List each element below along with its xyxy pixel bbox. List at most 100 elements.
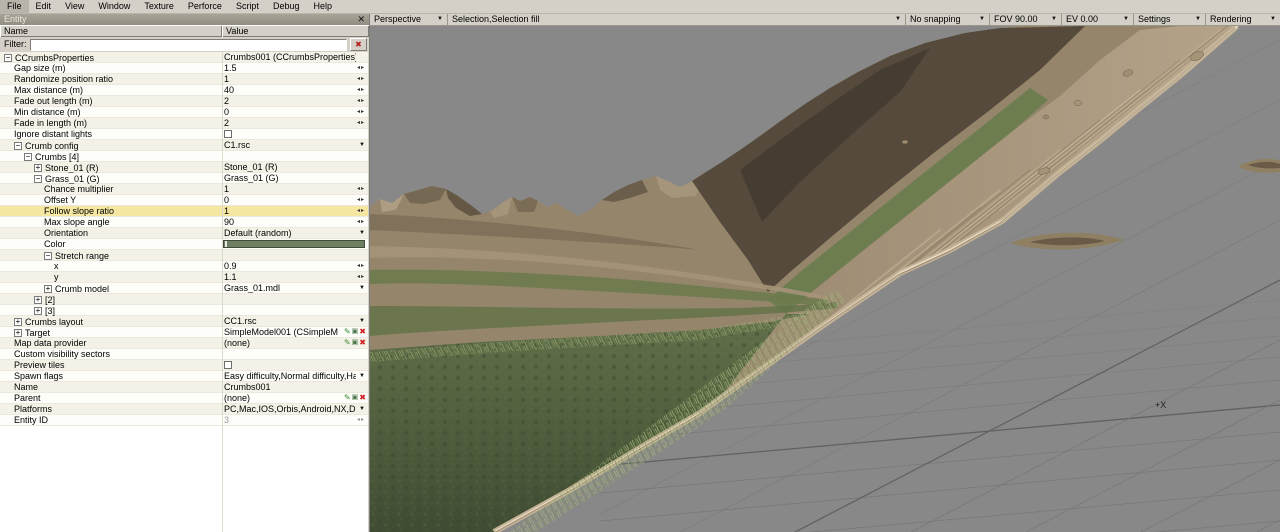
- property-value[interactable]: Default (random): [224, 228, 356, 238]
- property-row[interactable]: + Stone_01 (R) Stone_01 (R): [0, 162, 368, 173]
- property-row[interactable]: Max slope angle 90 ◂▸: [0, 217, 368, 228]
- property-row[interactable]: Map data provider (none) ✎ ▣ ✖: [0, 338, 368, 349]
- expand-toggle-icon[interactable]: +: [34, 296, 42, 304]
- property-value[interactable]: (none): [224, 393, 338, 403]
- property-row[interactable]: Offset Y 0 ◂▸: [0, 195, 368, 206]
- property-row[interactable]: y 1.1 ◂▸: [0, 272, 368, 283]
- spinner-icon[interactable]: ◂▸: [357, 63, 365, 73]
- property-value[interactable]: 2: [224, 118, 356, 128]
- viewport-toolbar-dropdown[interactable]: Selection,Selection fill ▼: [448, 13, 906, 25]
- property-value[interactable]: 1: [224, 74, 356, 84]
- spinner-icon[interactable]: ◂▸: [357, 118, 365, 128]
- menu-item[interactable]: Window: [91, 0, 137, 13]
- property-value[interactable]: 0.9: [224, 261, 356, 271]
- property-row[interactable]: + [2]: [0, 294, 368, 305]
- menu-item[interactable]: Perforce: [181, 0, 229, 13]
- edit-icon[interactable]: ✎: [344, 338, 351, 348]
- property-value[interactable]: 0: [224, 107, 356, 117]
- edit-icon[interactable]: ✎: [344, 393, 351, 403]
- property-value[interactable]: 1: [224, 184, 356, 194]
- property-value[interactable]: SimpleModel001 (CSimpleMode...: [224, 327, 338, 337]
- expand-toggle-icon[interactable]: +: [14, 318, 22, 326]
- viewport-toolbar-dropdown[interactable]: FOV 90.00 ▼: [990, 13, 1062, 25]
- property-row[interactable]: Ignore distant lights: [0, 129, 368, 140]
- property-value[interactable]: Crumbs001: [224, 382, 356, 392]
- spinner-icon[interactable]: ◂▸: [357, 415, 365, 425]
- spinner-icon[interactable]: ◂▸: [357, 206, 365, 216]
- chevron-down-icon[interactable]: ▼: [359, 228, 365, 238]
- spinner-icon[interactable]: ◂▸: [357, 272, 365, 282]
- property-row[interactable]: Spawn flags Easy difficulty,Normal diffi…: [0, 371, 368, 382]
- viewport-toolbar-dropdown[interactable]: No snapping ▼: [906, 13, 990, 25]
- property-row[interactable]: Fade in length (m) 2 ◂▸: [0, 118, 368, 129]
- chevron-down-icon[interactable]: ▼: [359, 404, 365, 414]
- property-value[interactable]: 1: [224, 206, 356, 216]
- property-row[interactable]: Fade out length (m) 2 ◂▸: [0, 96, 368, 107]
- filter-input[interactable]: [29, 38, 347, 51]
- menu-item[interactable]: File: [0, 0, 29, 13]
- clear-reference-icon[interactable]: ✖: [359, 327, 366, 337]
- clear-reference-icon[interactable]: ✖: [359, 393, 366, 403]
- property-row[interactable]: Gap size (m) 1.5 ◂▸: [0, 63, 368, 74]
- clear-reference-icon[interactable]: ✖: [359, 338, 366, 348]
- checkbox[interactable]: [224, 361, 232, 369]
- pick-reference-icon[interactable]: ▣: [352, 393, 359, 403]
- property-value[interactable]: 2: [224, 96, 356, 106]
- chevron-down-icon[interactable]: ▼: [359, 140, 365, 150]
- chevron-down-icon[interactable]: ▼: [359, 283, 365, 293]
- spinner-icon[interactable]: ◂▸: [357, 96, 365, 106]
- expand-toggle-icon[interactable]: −: [24, 153, 32, 161]
- property-row[interactable]: x 0.9 ◂▸: [0, 261, 368, 272]
- property-row[interactable]: Parent (none) ✎ ▣ ✖: [0, 393, 368, 404]
- property-row[interactable]: Min distance (m) 0 ◂▸: [0, 107, 368, 118]
- property-row[interactable]: Preview tiles: [0, 360, 368, 371]
- property-row[interactable]: − Stretch range: [0, 250, 368, 261]
- property-row[interactable]: Color: [0, 239, 368, 250]
- property-value[interactable]: Grass_01 (G): [224, 173, 356, 183]
- property-row[interactable]: Follow slope ratio 1 ◂▸: [0, 206, 368, 217]
- close-icon[interactable]: ✕: [357, 13, 365, 25]
- property-value[interactable]: 90: [224, 217, 356, 227]
- edit-icon[interactable]: ✎: [344, 327, 351, 337]
- spinner-icon[interactable]: ◂▸: [357, 74, 365, 84]
- viewport-toolbar-dropdown[interactable]: Settings ▼: [1134, 13, 1206, 25]
- property-value[interactable]: 1.1: [224, 272, 356, 282]
- property-row[interactable]: − CCrumbsProperties Crumbs001 (CCrumbsPr…: [0, 52, 368, 63]
- expand-toggle-icon[interactable]: −: [14, 142, 22, 150]
- chevron-down-icon[interactable]: ▼: [359, 371, 365, 381]
- viewport-toolbar-dropdown[interactable]: EV 0.00 ▼: [1062, 13, 1134, 25]
- menu-item[interactable]: Script: [229, 0, 266, 13]
- menu-item[interactable]: View: [58, 0, 91, 13]
- property-row[interactable]: Entity ID 3 ◂▸: [0, 415, 368, 426]
- property-row[interactable]: − Grass_01 (G) Grass_01 (G): [0, 173, 368, 184]
- entity-panel-titlebar[interactable]: Entity ✕: [0, 13, 369, 25]
- property-row[interactable]: − Crumbs [4]: [0, 151, 368, 162]
- menu-item[interactable]: Edit: [29, 0, 59, 13]
- spinner-icon[interactable]: ◂▸: [357, 85, 365, 95]
- color-value-field[interactable]: [223, 240, 365, 248]
- column-header-name[interactable]: Name: [0, 25, 222, 37]
- expand-toggle-icon[interactable]: +: [14, 329, 22, 337]
- menu-item[interactable]: Help: [306, 0, 339, 13]
- menu-item[interactable]: Debug: [266, 0, 307, 13]
- property-value[interactable]: Grass_01.mdl: [224, 283, 356, 293]
- property-value[interactable]: 1.5: [224, 63, 356, 73]
- filter-clear-button[interactable]: ✖: [350, 38, 367, 51]
- pick-reference-icon[interactable]: ▣: [352, 327, 359, 337]
- property-value[interactable]: 3: [224, 415, 356, 425]
- expand-toggle-icon[interactable]: −: [4, 54, 12, 62]
- expand-toggle-icon[interactable]: +: [34, 307, 42, 315]
- property-value[interactable]: C1.rsc: [224, 140, 356, 150]
- property-row[interactable]: + Target SimpleModel001 (CSimpleMode... …: [0, 327, 368, 338]
- property-row[interactable]: + Crumb model Grass_01.mdl ▼: [0, 283, 368, 294]
- property-value[interactable]: (none): [224, 338, 338, 348]
- property-value[interactable]: Stone_01 (R): [224, 162, 356, 172]
- property-row[interactable]: + Crumbs layout CC1.rsc ▼: [0, 316, 368, 327]
- property-row[interactable]: Randomize position ratio 1 ◂▸: [0, 74, 368, 85]
- spinner-icon[interactable]: ◂▸: [357, 217, 365, 227]
- spinner-icon[interactable]: ◂▸: [357, 107, 365, 117]
- expand-toggle-icon[interactable]: −: [44, 252, 52, 260]
- property-row[interactable]: − Crumb config C1.rsc ▼: [0, 140, 368, 151]
- expand-toggle-icon[interactable]: −: [34, 175, 42, 183]
- spinner-icon[interactable]: ◂▸: [357, 184, 365, 194]
